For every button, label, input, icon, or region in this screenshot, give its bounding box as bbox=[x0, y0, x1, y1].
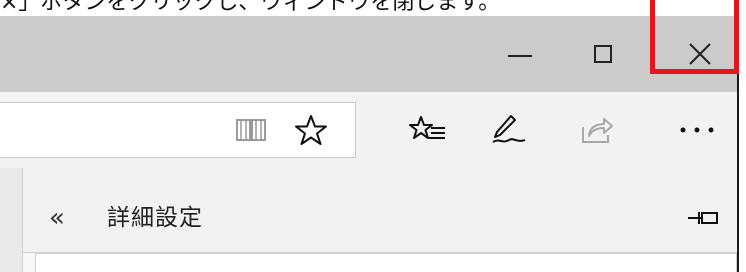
close-button[interactable] bbox=[662, 16, 737, 92]
close-icon bbox=[689, 43, 711, 65]
web-note-icon bbox=[492, 115, 526, 143]
minimize-button[interactable] bbox=[483, 16, 557, 92]
settings-field[interactable] bbox=[35, 253, 737, 272]
share-button[interactable] bbox=[569, 102, 625, 158]
maximize-icon bbox=[594, 45, 612, 63]
panel-title: 詳細設定 bbox=[107, 205, 203, 231]
browser-toolbar bbox=[0, 92, 737, 168]
share-icon bbox=[582, 118, 613, 143]
more-actions-button[interactable] bbox=[668, 102, 726, 158]
favorite-star-icon bbox=[295, 115, 327, 145]
title-bar bbox=[0, 16, 737, 92]
reading-view-button[interactable] bbox=[228, 102, 274, 158]
back-button[interactable]: « bbox=[49, 198, 65, 238]
maximize-button[interactable] bbox=[566, 16, 640, 92]
settings-panel: « 詳細設定 bbox=[0, 168, 737, 272]
pin-button[interactable] bbox=[687, 208, 719, 232]
reading-view-icon bbox=[236, 119, 266, 141]
settings-panel-header: « 詳細設定 bbox=[23, 186, 737, 252]
favorites-list-icon bbox=[409, 116, 445, 139]
settings-panel-body: « 詳細設定 bbox=[22, 168, 737, 272]
panel-content-area bbox=[23, 253, 737, 272]
more-icon bbox=[680, 127, 714, 133]
web-note-button[interactable] bbox=[478, 102, 540, 158]
pin-icon bbox=[688, 212, 718, 224]
add-favorite-button[interactable] bbox=[286, 102, 336, 158]
minimize-icon bbox=[508, 55, 532, 57]
hub-favorites-button[interactable] bbox=[398, 102, 458, 158]
browser-window: « 詳細設定 bbox=[0, 16, 739, 272]
